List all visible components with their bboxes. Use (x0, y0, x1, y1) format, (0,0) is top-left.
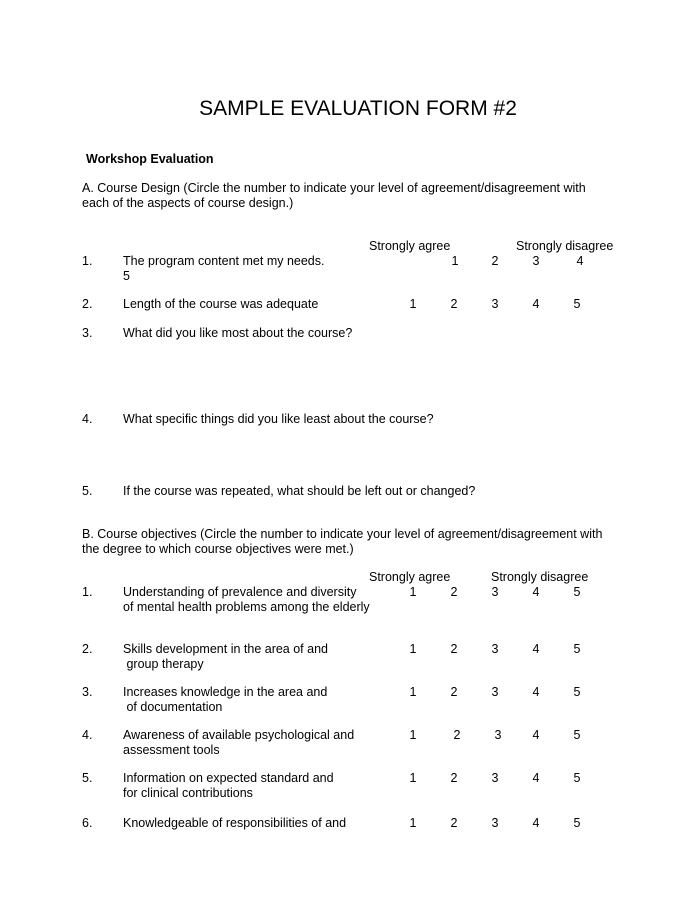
item-number: 2. (82, 642, 93, 656)
objective-text-line2: group therapy (123, 657, 204, 671)
scale-label-agree: Strongly agree (369, 570, 451, 584)
scale-label-agree: Strongly agree (369, 239, 451, 253)
objective-text-line1: Skills development in the area of and (123, 642, 328, 656)
rating-option[interactable]: 2 (448, 297, 460, 311)
question-text: If the course was repeated, what should … (123, 484, 476, 498)
rating-option[interactable]: 2 (448, 685, 460, 699)
scale-label-disagree: Strongly disagree (491, 570, 589, 584)
rating-option[interactable]: 3 (489, 642, 501, 656)
section-a-intro-line1: A. Course Design (Circle the number to i… (82, 181, 586, 195)
rating-option[interactable]: 5 (571, 816, 583, 830)
rating-option[interactable]: 3 (489, 771, 501, 785)
rating-option[interactable]: 1 (407, 771, 419, 785)
rating-option[interactable]: 2 (489, 254, 501, 268)
rating-option[interactable]: 5 (571, 297, 583, 311)
rating-option[interactable]: 4 (530, 685, 542, 699)
rating-option[interactable]: 1 (449, 254, 461, 268)
rating-option[interactable]: 4 (530, 728, 542, 742)
item-number: 1. (82, 585, 93, 599)
item-number: 3. (82, 685, 93, 699)
rating-option[interactable]: 1 (407, 642, 419, 656)
item-number: 6. (82, 816, 93, 830)
rating-option[interactable]: 4 (530, 642, 542, 656)
objective-text-line1: Information on expected standard and (123, 771, 334, 785)
objective-text-line2: assessment tools (123, 743, 220, 757)
item-number: 5. (82, 484, 93, 498)
rating-option[interactable]: 2 (448, 585, 460, 599)
rating-option[interactable]: 5 (571, 642, 583, 656)
question-text: Length of the course was adequate (123, 297, 319, 311)
rating-option[interactable]: 2 (448, 642, 460, 656)
rating-option[interactable]: 5 (571, 585, 583, 599)
objective-text-line1: Increases knowledge in the area and (123, 685, 328, 699)
objective-text-line1: Awareness of available psychological and (123, 728, 355, 742)
rating-option[interactable]: 5 (571, 728, 583, 742)
section-b-intro-line2: the degree to which course objectives we… (82, 542, 354, 556)
objective-text-line2: of mental health problems among the elde… (123, 600, 370, 614)
rating-option[interactable]: 3 (530, 254, 542, 268)
rating-option[interactable]: 5 (571, 685, 583, 699)
question-text: What specific things did you like least … (123, 412, 434, 426)
rating-option[interactable]: 4 (530, 816, 542, 830)
rating-option[interactable]: 1 (407, 585, 419, 599)
rating-option[interactable]: 3 (489, 816, 501, 830)
objective-text-line1: Knowledgeable of responsibilities of and (123, 816, 347, 830)
rating-option[interactable]: 5 (123, 269, 130, 284)
objective-text-line1: Understanding of prevalence and diversit… (123, 585, 357, 599)
rating-option[interactable]: 1 (407, 728, 419, 742)
item-number: 4. (82, 412, 93, 426)
item-number: 2. (82, 297, 93, 311)
question-text: What did you like most about the course? (123, 326, 353, 340)
rating-option[interactable]: 2 (448, 771, 460, 785)
item-number: 1. (82, 254, 93, 268)
page-title: SAMPLE EVALUATION FORM #2 (199, 97, 517, 120)
rating-option[interactable]: 3 (489, 585, 501, 599)
rating-option[interactable]: 4 (530, 771, 542, 785)
section-subtitle: Workshop Evaluation (86, 152, 214, 166)
section-b-intro: B. Course objectives (Circle the number … (82, 527, 642, 557)
scale-label-disagree: Strongly disagree (516, 239, 614, 253)
rating-option[interactable]: 4 (530, 297, 542, 311)
section-a-intro: A. Course Design (Circle the number to i… (82, 181, 622, 211)
rating-option[interactable]: 1 (407, 297, 419, 311)
item-number: 3. (82, 326, 93, 340)
rating-option[interactable]: 5 (571, 771, 583, 785)
section-a-intro-line2: each of the aspects of course design.) (82, 196, 294, 210)
rating-option[interactable]: 4 (574, 254, 586, 268)
rating-option[interactable]: 4 (530, 585, 542, 599)
rating-option[interactable]: 2 (451, 728, 463, 742)
question-text: The program content met my needs. (123, 254, 325, 268)
rating-option[interactable]: 3 (489, 685, 501, 699)
rating-option[interactable]: 2 (448, 816, 460, 830)
rating-option[interactable]: 1 (407, 685, 419, 699)
objective-text-line2: of documentation (123, 700, 223, 714)
item-number: 4. (82, 728, 93, 742)
rating-option[interactable]: 1 (407, 816, 419, 830)
section-b-intro-line1: B. Course objectives (Circle the number … (82, 527, 603, 541)
objective-text-line2: for clinical contributions (123, 786, 253, 800)
rating-option[interactable]: 3 (492, 728, 504, 742)
rating-option[interactable]: 3 (489, 297, 501, 311)
item-number: 5. (82, 771, 93, 785)
